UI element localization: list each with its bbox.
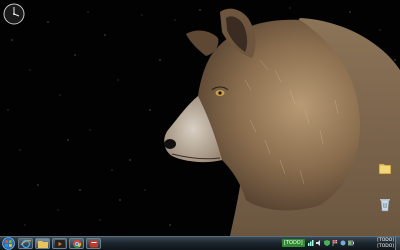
taskbar-button-explorer[interactable] <box>35 238 50 249</box>
system-tray[interactable]: [TODO] [TODO] [TODO] <box>280 237 400 250</box>
taskbar-button-chrome[interactable] <box>69 238 84 249</box>
volume-icon[interactable] <box>316 240 322 246</box>
recycle-bin-icon <box>380 199 390 212</box>
taskbar-button-media[interactable] <box>52 238 67 249</box>
show-desktop-button[interactable] <box>395 237 400 250</box>
wallpaper-wolf <box>0 0 400 236</box>
taskbar[interactable]: [TODO] [TODO] [TODO] <box>0 236 400 250</box>
folder-icon <box>378 163 392 175</box>
network-icon[interactable] <box>308 240 314 246</box>
desktop-icon-folder[interactable] <box>372 160 398 178</box>
media-player-icon <box>55 240 65 248</box>
windows-start-orb-icon[interactable] <box>2 237 15 250</box>
desktop-icon-recycle-bin[interactable] <box>372 196 398 214</box>
internet-explorer-icon <box>20 239 32 249</box>
clock-gadget-icon[interactable] <box>3 3 25 25</box>
taskbar-button-ie[interactable] <box>18 238 33 249</box>
speaker-icon[interactable] <box>340 240 346 246</box>
folder-icon <box>38 241 48 248</box>
chrome-icon <box>73 240 81 249</box>
language-badge[interactable]: [TODO] <box>282 239 305 247</box>
clock-time: [TODO] <box>377 238 394 243</box>
app-icon <box>90 240 98 248</box>
taskbar-button-app[interactable] <box>86 238 101 249</box>
desktop[interactable]: [TODO] [TODO] [TODO] <box>0 0 400 250</box>
flag-icon[interactable] <box>332 240 338 246</box>
taskbar-clock[interactable]: [TODO] [TODO] <box>377 238 394 249</box>
battery-icon[interactable] <box>348 240 354 246</box>
clock-date: [TODO] <box>377 243 394 249</box>
security-icon[interactable] <box>324 240 330 246</box>
